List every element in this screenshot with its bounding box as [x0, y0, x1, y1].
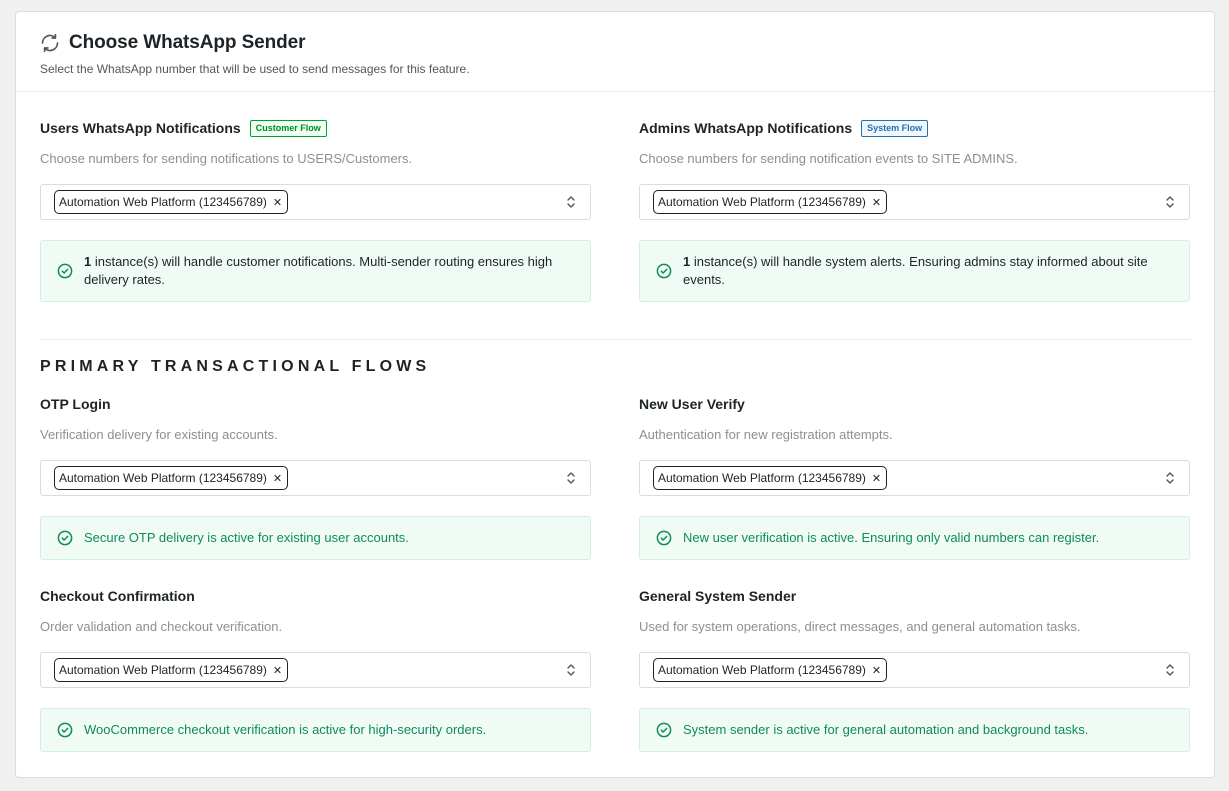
chevron-up-down-icon: [1166, 196, 1174, 208]
selected-sender-tag: Automation Web Platform (123456789) ✕: [54, 658, 289, 682]
otp-login-section: OTP Login Verification delivery for exis…: [40, 395, 591, 560]
new-user-verify-notice-text: New user verification is active. Ensurin…: [683, 530, 1100, 545]
users-notifications-description: Choose numbers for sending notifications…: [40, 151, 413, 166]
admins-notifications-select[interactable]: Automation Web Platform (123456789) ✕: [639, 184, 1190, 220]
general-system-sender-notice-text: System sender is active for general auto…: [683, 722, 1089, 737]
selected-sender-label: Automation Web Platform (123456789): [658, 195, 866, 209]
admins-notifications-notice: 1 instance(s) will handle system alerts.…: [639, 240, 1190, 302]
checkout-confirmation-notice: WooCommerce checkout verification is act…: [40, 708, 591, 752]
chevron-up-down-icon: [567, 664, 575, 676]
selected-sender-tag: Automation Web Platform (123456789) ✕: [653, 466, 888, 490]
close-icon[interactable]: ✕: [872, 472, 881, 485]
general-system-sender-section: General System Sender Used for system op…: [639, 587, 1190, 752]
users-notifications-notice: 1 instance(s) will handle customer notif…: [40, 240, 591, 302]
selected-sender-tag: Automation Web Platform (123456789) ✕: [653, 658, 888, 682]
close-icon[interactable]: ✕: [872, 664, 881, 677]
checkout-confirmation-title-row: Checkout Confirmation: [40, 587, 591, 605]
admins-notice-message: instance(s) will handle system alerts. E…: [683, 254, 1148, 287]
title-row: Choose WhatsApp Sender: [40, 32, 1190, 54]
selected-sender-tag: Automation Web Platform (123456789) ✕: [54, 190, 289, 214]
admins-notifications-title: Admins WhatsApp Notifications: [639, 120, 853, 136]
users-notifications-title-row: Users WhatsApp Notifications Customer Fl…: [40, 119, 591, 137]
refresh-icon: [41, 33, 59, 53]
section-heading: PRIMARY TRANSACTIONAL FLOWS: [40, 358, 431, 375]
close-icon[interactable]: ✕: [273, 196, 282, 209]
close-icon[interactable]: ✕: [872, 196, 881, 209]
selected-sender-tag: Automation Web Platform (123456789) ✕: [54, 466, 289, 490]
admins-notifications-description: Choose numbers for sending notification …: [639, 151, 1018, 166]
chevron-up-down-icon: [1166, 472, 1174, 484]
users-notifications-title: Users WhatsApp Notifications: [40, 120, 241, 136]
check-circle-icon: [57, 722, 73, 738]
chevron-up-down-icon: [1166, 664, 1174, 676]
users-notifications-section: Users WhatsApp Notifications Customer Fl…: [40, 119, 591, 302]
check-circle-icon: [57, 263, 73, 279]
general-system-sender-description: Used for system operations, direct messa…: [639, 619, 1081, 634]
general-system-sender-select[interactable]: Automation Web Platform (123456789) ✕: [639, 652, 1190, 688]
users-notice-message: instance(s) will handle customer notific…: [84, 254, 553, 287]
chevron-up-down-icon: [567, 196, 575, 208]
admins-notice-text: 1 instance(s) will handle system alerts.…: [683, 253, 1173, 289]
new-user-verify-section: New User Verify Authentication for new r…: [639, 395, 1190, 560]
otp-login-notice: Secure OTP delivery is active for existi…: [40, 516, 591, 560]
page-title: Choose WhatsApp Sender: [69, 32, 306, 53]
otp-login-title: OTP Login: [40, 396, 111, 412]
new-user-verify-title: New User Verify: [639, 396, 745, 412]
selected-sender-label: Automation Web Platform (123456789): [658, 663, 866, 677]
new-user-verify-title-row: New User Verify: [639, 395, 1190, 413]
check-circle-icon: [656, 530, 672, 546]
checkout-confirmation-section: Checkout Confirmation Order validation a…: [40, 587, 591, 752]
admins-notifications-section: Admins WhatsApp Notifications System Flo…: [639, 119, 1190, 302]
check-circle-icon: [57, 530, 73, 546]
selected-sender-label: Automation Web Platform (123456789): [59, 471, 267, 485]
check-circle-icon: [656, 263, 672, 279]
close-icon[interactable]: ✕: [273, 472, 282, 485]
selected-sender-label: Automation Web Platform (123456789): [59, 195, 267, 209]
general-system-sender-title: General System Sender: [639, 588, 797, 604]
checkout-confirmation-notice-text: WooCommerce checkout verification is act…: [84, 722, 487, 737]
admins-notifications-title-row: Admins WhatsApp Notifications System Flo…: [639, 119, 1190, 137]
system-flow-badge: System Flow: [861, 119, 929, 137]
new-user-verify-notice: New user verification is active. Ensurin…: [639, 516, 1190, 560]
chevron-up-down-icon: [567, 472, 575, 484]
checkout-confirmation-title: Checkout Confirmation: [40, 588, 195, 604]
section-divider: [40, 339, 1191, 340]
checkout-confirmation-select[interactable]: Automation Web Platform (123456789) ✕: [40, 652, 591, 688]
new-user-verify-select[interactable]: Automation Web Platform (123456789) ✕: [639, 460, 1190, 496]
general-system-sender-notice: System sender is active for general auto…: [639, 708, 1190, 752]
users-notifications-select[interactable]: Automation Web Platform (123456789) ✕: [40, 184, 591, 220]
selected-sender-tag: Automation Web Platform (123456789) ✕: [653, 190, 888, 214]
otp-login-description: Verification delivery for existing accou…: [40, 427, 278, 442]
whatsapp-sender-card: Choose WhatsApp Sender Select the WhatsA…: [15, 11, 1215, 778]
selected-sender-label: Automation Web Platform (123456789): [658, 471, 866, 485]
close-icon[interactable]: ✕: [273, 664, 282, 677]
card-header: Choose WhatsApp Sender Select the WhatsA…: [16, 12, 1214, 92]
users-notice-text: 1 instance(s) will handle customer notif…: [84, 253, 574, 289]
otp-login-select[interactable]: Automation Web Platform (123456789) ✕: [40, 460, 591, 496]
page-subtitle: Select the WhatsApp number that will be …: [40, 62, 470, 76]
new-user-verify-description: Authentication for new registration atte…: [639, 427, 893, 442]
otp-login-title-row: OTP Login: [40, 395, 591, 413]
otp-login-notice-text: Secure OTP delivery is active for existi…: [84, 530, 409, 545]
general-system-sender-title-row: General System Sender: [639, 587, 1190, 605]
selected-sender-label: Automation Web Platform (123456789): [59, 663, 267, 677]
check-circle-icon: [656, 722, 672, 738]
checkout-confirmation-description: Order validation and checkout verificati…: [40, 619, 283, 634]
customer-flow-badge: Customer Flow: [249, 119, 327, 137]
